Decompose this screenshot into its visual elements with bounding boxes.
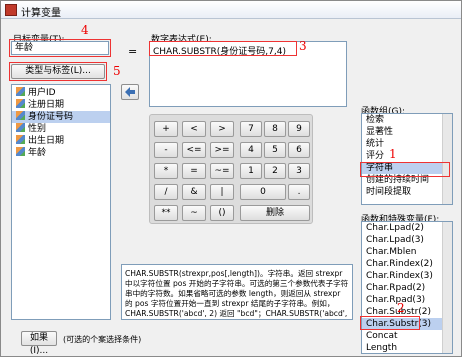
list-item[interactable]: Char.Lpad(3) bbox=[362, 234, 452, 246]
annotation-box-2 bbox=[360, 316, 420, 330]
list-item[interactable]: 评分 bbox=[362, 150, 452, 162]
variable-icon bbox=[16, 135, 25, 144]
variable-icon bbox=[16, 99, 25, 108]
annotation-box-4 bbox=[9, 39, 111, 57]
calculator-keypad: + < > 7 8 9 - <= >= 4 5 6 * = ~= 1 2 3 /… bbox=[149, 114, 313, 224]
key-power[interactable]: ** bbox=[154, 205, 178, 221]
key-plus[interactable]: + bbox=[154, 121, 178, 137]
variable-icon bbox=[16, 111, 25, 120]
key-3[interactable]: 3 bbox=[288, 163, 310, 179]
key-9[interactable]: 9 bbox=[288, 121, 310, 137]
list-item[interactable]: Char.Rpad(2) bbox=[362, 282, 452, 294]
list-item[interactable]: 时间段提取 bbox=[362, 186, 452, 198]
list-item[interactable]: Char.Mblen bbox=[362, 246, 452, 258]
delete-button[interactable]: 删除 bbox=[240, 205, 310, 221]
list-item[interactable]: Char.Rindex(2) bbox=[362, 258, 452, 270]
annotation-2: 2 bbox=[397, 301, 405, 315]
key-0[interactable]: 0 bbox=[240, 184, 286, 200]
arrow-left-icon bbox=[125, 87, 135, 97]
key-less[interactable]: < bbox=[182, 121, 206, 137]
equals-sign: = bbox=[128, 45, 138, 58]
annotation-1: 1 bbox=[389, 147, 397, 161]
key-divide[interactable]: / bbox=[154, 184, 178, 200]
list-item[interactable]: 用户ID bbox=[12, 87, 110, 99]
annotation-5: 5 bbox=[113, 64, 121, 78]
key-7[interactable]: 7 bbox=[240, 121, 262, 137]
scrollbar[interactable] bbox=[442, 114, 452, 204]
list-item[interactable]: 检索 bbox=[362, 114, 452, 126]
list-item[interactable]: 性别 bbox=[12, 123, 110, 135]
key-2[interactable]: 2 bbox=[264, 163, 286, 179]
list-item[interactable]: 出生日期 bbox=[12, 135, 110, 147]
key-greater[interactable]: > bbox=[210, 121, 234, 137]
move-variable-button[interactable] bbox=[121, 84, 139, 100]
list-item[interactable]: Char.Rpad(3) bbox=[362, 294, 452, 306]
variable-list[interactable]: 用户ID 注册日期 身份证号码 性别 出生日期 年龄 bbox=[11, 84, 111, 320]
key-and[interactable]: & bbox=[182, 184, 206, 200]
key-dot[interactable]: . bbox=[288, 184, 310, 200]
key-6[interactable]: 6 bbox=[288, 142, 310, 158]
list-item[interactable]: 显著性 bbox=[362, 126, 452, 138]
key-1[interactable]: 1 bbox=[240, 163, 262, 179]
list-item[interactable]: Char.Rindex(3) bbox=[362, 270, 452, 282]
key-not-equal[interactable]: ~= bbox=[210, 163, 234, 179]
list-item[interactable]: 年龄 bbox=[12, 147, 110, 159]
if-button[interactable]: 如果(I)... bbox=[21, 331, 57, 356]
variable-icon bbox=[16, 87, 25, 96]
variable-icon bbox=[16, 123, 25, 132]
function-list[interactable]: Char.Lpad(2) Char.Lpad(3) Char.Mblen Cha… bbox=[361, 221, 453, 354]
list-item[interactable]: 注册日期 bbox=[12, 99, 110, 111]
key-equal[interactable]: = bbox=[182, 163, 206, 179]
list-item[interactable]: Concat bbox=[362, 330, 452, 342]
annotation-box-3 bbox=[149, 41, 297, 56]
variable-icon bbox=[16, 147, 25, 156]
key-or[interactable]: | bbox=[210, 184, 234, 200]
list-item[interactable]: Length bbox=[362, 342, 452, 353]
key-not[interactable]: ~ bbox=[182, 205, 206, 221]
key-5[interactable]: 5 bbox=[264, 142, 286, 158]
function-group-list[interactable]: 检索 显著性 统计 评分 字符串 创建的持续时间 时间段提取 bbox=[361, 113, 453, 205]
key-less-equal[interactable]: <= bbox=[182, 142, 206, 158]
title-bar: 计算变量 bbox=[1, 1, 461, 19]
if-condition-hint: (可选的个案选择条件) bbox=[63, 335, 142, 344]
app-icon bbox=[5, 4, 17, 16]
key-4[interactable]: 4 bbox=[240, 142, 262, 158]
window-title: 计算变量 bbox=[21, 8, 61, 19]
key-parentheses[interactable]: () bbox=[210, 205, 234, 221]
key-greater-equal[interactable]: >= bbox=[210, 142, 234, 158]
key-8[interactable]: 8 bbox=[264, 121, 286, 137]
annotation-3: 3 bbox=[299, 39, 307, 53]
key-multiply[interactable]: * bbox=[154, 163, 178, 179]
list-item[interactable]: Char.Lpad(2) bbox=[362, 222, 452, 234]
annotation-4: 4 bbox=[81, 23, 89, 37]
list-item[interactable]: 身份证号码 bbox=[12, 111, 110, 123]
key-minus[interactable]: - bbox=[154, 142, 178, 158]
list-item[interactable]: 统计 bbox=[362, 138, 452, 150]
function-description: CHAR.SUBSTR(strexpr,pos[,length])。字符串。返回… bbox=[121, 264, 353, 320]
annotation-box-5 bbox=[9, 62, 107, 81]
annotation-box-1 bbox=[360, 162, 450, 177]
scrollbar[interactable] bbox=[442, 222, 452, 353]
compute-variable-dialog: 计算变量 目标变量(T): 年龄 4 = 数字表达式(E): CHAR.SUBS… bbox=[0, 0, 462, 357]
